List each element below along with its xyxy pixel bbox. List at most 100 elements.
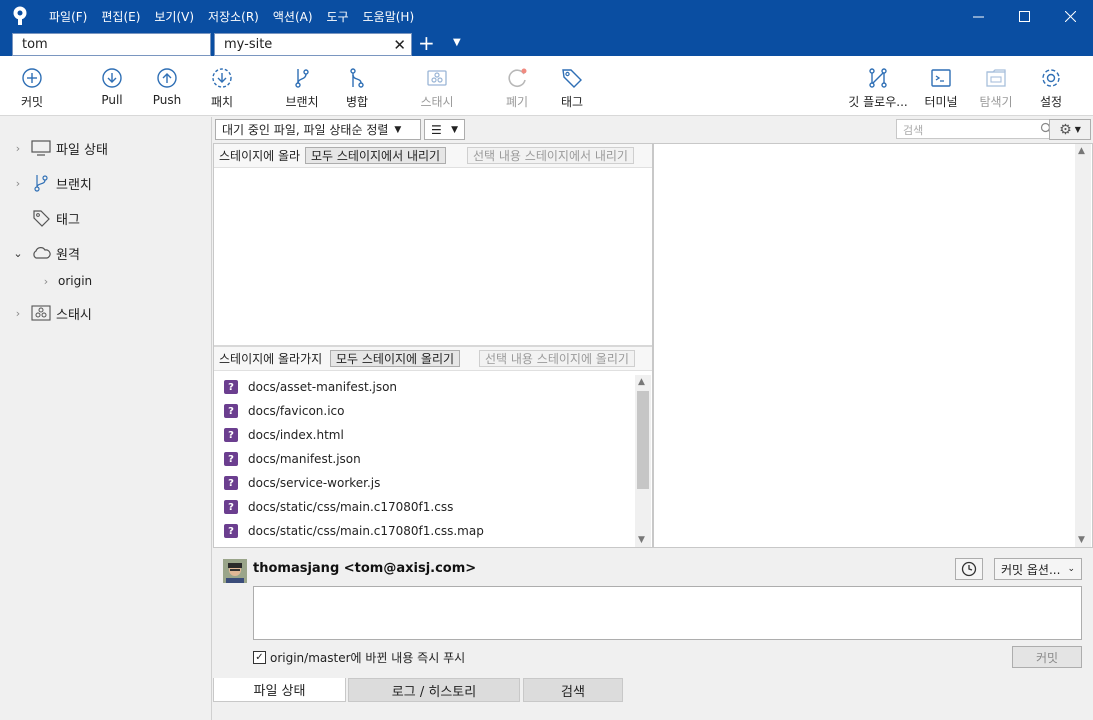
menu-view[interactable]: 보기(V) <box>147 8 201 25</box>
diff-scrollbar[interactable]: ▲ ▼ <box>1075 144 1091 547</box>
filter-bar: 대기 중인 파일, 파일 상태순 정렬 ▼ ☰ ▼ 검색 ⚙ ▼ <box>213 117 1093 143</box>
title-bar: 파일(F) 편집(E) 보기(V) 저장소(R) 액션(A) 도구 도움말(H) <box>0 0 1093 32</box>
commit-message-input[interactable] <box>253 586 1082 640</box>
stage-selected-button[interactable]: 선택 내용 스테이지에 올리기 <box>479 350 635 367</box>
view-tabs: 파일 상태 로그 / 히스토리 검색 <box>213 678 1093 720</box>
commit-submit-button[interactable]: 커밋 <box>1012 646 1082 668</box>
pull-icon <box>102 68 122 88</box>
list-item[interactable]: ? docs/asset-manifest.json <box>214 375 634 399</box>
pull-label: Pull <box>101 93 123 107</box>
git-flow-label: 깃 플로우... <box>848 95 908 109</box>
add-tab-icon[interactable]: + <box>418 33 435 53</box>
sidebar-item-file-status[interactable]: › 파일 상태 <box>0 136 108 160</box>
untracked-question-icon: ? <box>224 428 238 442</box>
tab-search[interactable]: 검색 <box>523 678 623 702</box>
search-placeholder: 검색 <box>903 124 924 137</box>
menu-tools[interactable]: 도구 <box>320 8 356 25</box>
explorer-button[interactable]: 탐색기 <box>966 66 1026 110</box>
search-input[interactable]: 검색 <box>896 119 1058 139</box>
terminal-button[interactable]: 터미널 <box>911 66 971 110</box>
sidebar-item-label: origin <box>58 274 93 288</box>
stash-button[interactable]: 스태시 <box>407 66 467 110</box>
scroll-up-icon[interactable]: ▲ <box>1078 146 1085 156</box>
push-immediately-checkbox[interactable]: ✓ origin/master에 바뀐 내용 즉시 푸시 <box>253 649 465 666</box>
chevron-right-icon[interactable]: › <box>38 275 54 288</box>
clock-icon <box>961 561 977 577</box>
fetch-button[interactable]: 패치 <box>192 66 252 110</box>
file-path: docs/service-worker.js <box>248 476 381 490</box>
file-list-scrollbar[interactable]: ▲ ▼ <box>635 375 651 547</box>
menu-repository[interactable]: 저장소(R) <box>201 8 266 25</box>
tab-file-status[interactable]: 파일 상태 <box>213 678 346 702</box>
menu-actions[interactable]: 액션(A) <box>266 8 320 25</box>
chevron-right-icon[interactable]: › <box>10 307 26 320</box>
tab-label: tom <box>22 37 48 52</box>
git-flow-button[interactable]: 깃 플로우... <box>848 66 908 110</box>
menu-file[interactable]: 파일(F) <box>42 8 94 25</box>
sidebar-item-label: 파일 상태 <box>56 142 108 158</box>
list-item[interactable]: ? docs/index.html <box>214 423 634 447</box>
menu-edit[interactable]: 편집(E) <box>94 8 147 25</box>
view-mode-dropdown[interactable]: ☰ ▼ <box>424 119 465 140</box>
unstage-selected-button[interactable]: 선택 내용 스테이지에서 내리기 <box>467 147 634 164</box>
close-button[interactable] <box>1047 0 1093 32</box>
settings-button[interactable]: 설정 <box>1021 66 1081 110</box>
unstaged-label: 스테이지에 올라가지 <box>219 352 323 366</box>
tab-log-history[interactable]: 로그 / 히스토리 <box>348 678 520 702</box>
commit-button[interactable]: 커밋 <box>2 66 62 110</box>
list-item[interactable]: ? docs/service-worker.js <box>214 471 634 495</box>
unstage-all-button[interactable]: 모두 스테이지에서 내리기 <box>305 147 447 164</box>
discard-button[interactable]: 폐기 <box>487 66 547 110</box>
maximize-button[interactable] <box>1001 0 1047 32</box>
minimize-button[interactable] <box>955 0 1001 32</box>
stage-all-button[interactable]: 모두 스테이지에 올리기 <box>330 350 461 367</box>
commit-options-dropdown[interactable]: 커밋 옵션... ⌄ <box>994 558 1082 580</box>
terminal-icon <box>931 69 951 87</box>
tab-my-site[interactable]: my-site ✕ <box>214 33 412 56</box>
list-item[interactable]: ? docs/static/css/main.c17080f1.css <box>214 495 634 519</box>
chevron-right-icon[interactable]: › <box>10 177 26 190</box>
sidebar-item-branches[interactable]: › 브랜치 <box>0 171 92 195</box>
close-tab-icon[interactable]: ✕ <box>393 36 406 54</box>
chevron-right-icon[interactable]: › <box>10 142 26 155</box>
push-button[interactable]: Push <box>137 66 197 107</box>
tag-icon <box>30 209 52 227</box>
scroll-up-icon[interactable]: ▲ <box>638 377 645 387</box>
branch-icon <box>295 69 309 88</box>
explorer-label: 탐색기 <box>979 95 1013 109</box>
list-item[interactable]: ? docs/static/css/main.c17080f1.css.map <box>214 519 634 543</box>
file-path: docs/favicon.ico <box>248 404 345 418</box>
checkmark-icon[interactable]: ✓ <box>253 651 266 664</box>
sidebar-item-stashes[interactable]: › 스태시 <box>0 301 92 325</box>
scroll-down-icon[interactable]: ▼ <box>638 535 645 545</box>
sidebar-item-remotes[interactable]: ⌄ 원격 <box>0 241 80 265</box>
sidebar-item-origin[interactable]: › origin <box>28 269 92 293</box>
branch-button[interactable]: 브랜치 <box>272 66 332 110</box>
merge-button[interactable]: 병합 <box>327 66 387 110</box>
menu-help[interactable]: 도움말(H) <box>356 8 422 25</box>
commit-area: thomasjang <tom@axisj.com> 커밋 옵션... ⌄ ✓ … <box>213 548 1093 678</box>
sort-dropdown[interactable]: 대기 중인 파일, 파일 상태순 정렬 ▼ <box>215 119 421 140</box>
sidebar-item-tags[interactable]: 태그 <box>0 206 80 230</box>
history-button[interactable] <box>955 558 983 580</box>
scroll-down-icon[interactable]: ▼ <box>1078 535 1085 545</box>
chevron-down-icon: ▼ <box>394 124 402 135</box>
unstaged-file-list: ? docs/asset-manifest.json ? docs/favicon.… <box>214 375 634 543</box>
push-icon <box>157 68 177 88</box>
push-label: Push <box>152 93 182 107</box>
tab-tom[interactable]: tom <box>12 33 211 56</box>
gear-icon <box>1042 69 1060 87</box>
monitor-icon <box>30 139 52 157</box>
chevron-down-icon[interactable]: ⌄ <box>10 247 26 260</box>
options-dropdown[interactable]: ⚙ ▼ <box>1049 119 1091 140</box>
untracked-question-icon: ? <box>224 524 238 538</box>
tab-list-chevron-icon[interactable]: ▼ <box>453 37 461 48</box>
list-item[interactable]: ? docs/manifest.json <box>214 447 634 471</box>
pull-button[interactable]: Pull <box>82 66 142 107</box>
list-item[interactable]: ? docs/favicon.ico <box>214 399 634 423</box>
file-path: docs/index.html <box>248 428 344 442</box>
tag-button[interactable]: 태그 <box>542 66 602 110</box>
settings-label: 설정 <box>1039 95 1063 109</box>
scrollbar-thumb[interactable] <box>637 391 649 489</box>
stash-icon <box>427 70 447 86</box>
